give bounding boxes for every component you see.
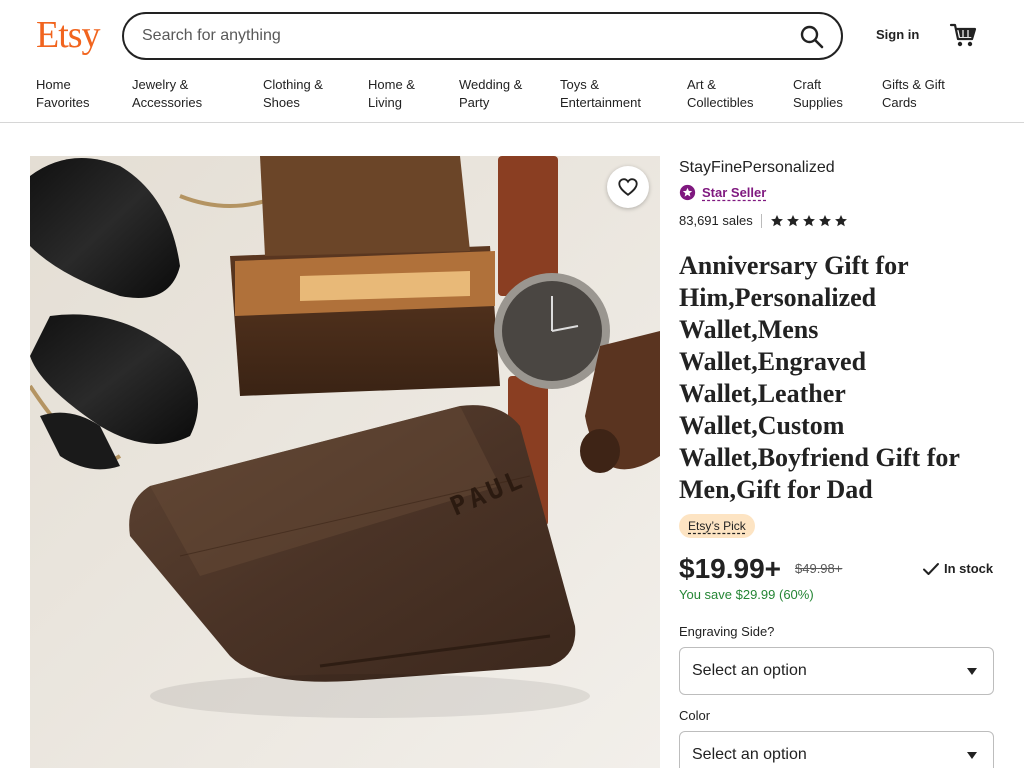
nav-divider <box>0 122 1024 123</box>
nav-craft-supplies[interactable]: Craft Supplies <box>793 76 843 112</box>
color-value: Select an option <box>692 746 807 763</box>
etsys-pick-label[interactable]: Etsy’s Pick <box>688 519 746 533</box>
star-icon <box>786 214 799 226</box>
nav-art-collectibles[interactable]: Art & Collectibles <box>687 76 753 112</box>
star-icon <box>770 214 783 226</box>
category-nav: Home Favorites Jewelry & Accessories Clo… <box>0 76 1024 123</box>
listing-price: $19.99+ <box>679 553 781 584</box>
color-select[interactable]: Select an option <box>679 731 994 768</box>
nav-gifts-gift-cards[interactable]: Gifts & Gift Cards <box>882 76 945 112</box>
star-icon <box>818 214 831 226</box>
etsys-pick-badge[interactable]: Etsy’s Pick <box>679 514 755 538</box>
dropdown-caret-icon <box>967 752 977 759</box>
checkmark-icon <box>923 563 939 575</box>
cart-button[interactable] <box>949 21 977 49</box>
etsy-logo[interactable]: Etsy <box>36 13 101 57</box>
stock-status: In stock <box>922 560 993 578</box>
search-button[interactable] <box>797 22 827 52</box>
nav-jewelry-accessories[interactable]: Jewelry & Accessories <box>132 76 202 112</box>
star-seller-icon <box>679 184 696 201</box>
color-label: Color <box>679 708 711 723</box>
listing-title: Anniversary Gift for Him,Personalized Wa… <box>679 251 960 504</box>
engraving-side-label: Engraving Side? <box>679 624 775 639</box>
shop-name-link[interactable]: StayFinePersonalized <box>679 158 835 178</box>
sales-count: 83,691 sales <box>679 213 753 228</box>
original-price: $49.98+ <box>795 561 843 576</box>
engraving-side-value: Select an option <box>692 662 807 679</box>
star-icon <box>802 214 815 226</box>
nav-home-living[interactable]: Home & Living <box>368 76 415 112</box>
sales-divider <box>760 213 762 228</box>
search-icon <box>800 25 824 49</box>
nav-wedding-party[interactable]: Wedding & Party <box>459 76 522 112</box>
heart-icon <box>618 178 638 196</box>
wallet-product-image: PAUL <box>30 156 660 768</box>
star-seller-label[interactable]: Star Seller <box>702 185 766 200</box>
rating-stars[interactable] <box>770 214 848 228</box>
nav-toys-entertainment[interactable]: Toys & Entertainment <box>560 76 641 112</box>
engraving-side-select[interactable]: Select an option <box>679 647 994 695</box>
stock-label: In stock <box>944 561 994 576</box>
search-bar <box>122 12 843 60</box>
nav-home-favorites[interactable]: Home Favorites <box>36 76 89 112</box>
star-seller-badge[interactable]: Star Seller <box>679 184 766 201</box>
sign-in-link[interactable]: Sign in <box>876 27 919 43</box>
nav-clothing-shoes[interactable]: Clothing & Shoes <box>263 76 323 112</box>
product-photo[interactable]: PAUL <box>30 156 660 768</box>
search-input[interactable] <box>142 14 782 58</box>
shopping-cart-icon <box>949 23 977 47</box>
dropdown-caret-icon <box>967 668 977 675</box>
sales-rating-row: 83,691 sales <box>679 213 848 228</box>
savings-text: You save $29.99 (60%) <box>679 587 814 602</box>
star-icon <box>834 214 847 226</box>
favorite-button[interactable] <box>607 166 649 208</box>
